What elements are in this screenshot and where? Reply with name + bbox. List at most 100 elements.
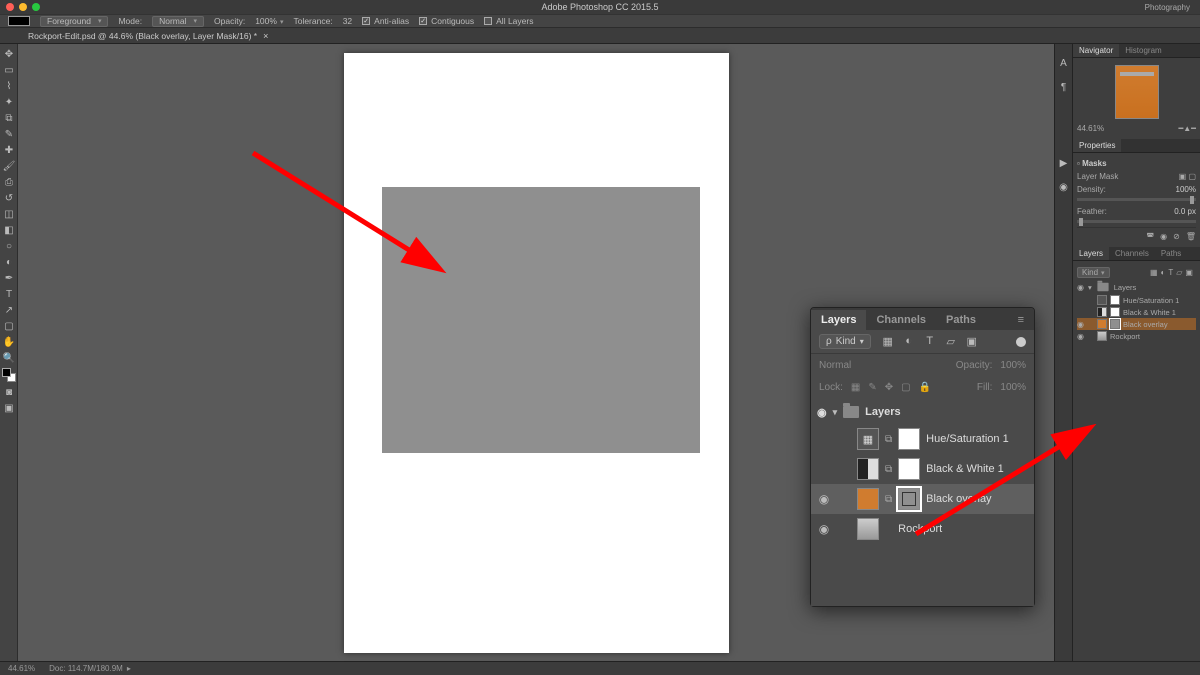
- layer-group[interactable]: ◉ ▾ Layers: [811, 400, 1034, 424]
- path-tool-icon[interactable]: ↗: [0, 302, 18, 318]
- shape-tool-icon[interactable]: ▢: [0, 318, 18, 334]
- lock-pixels-icon[interactable]: ✎: [868, 382, 876, 393]
- brush-tool-icon[interactable]: 🖌: [0, 158, 18, 174]
- layer-row-black-white[interactable]: ⧉ Black & White 1: [811, 454, 1034, 484]
- filter-shape-icon[interactable]: ▱: [944, 335, 958, 348]
- visibility-icon[interactable]: ◉: [817, 406, 827, 419]
- color-swatches[interactable]: [2, 368, 16, 382]
- screenmode-icon[interactable]: ▣: [0, 400, 18, 416]
- gradient-tool-icon[interactable]: ◧: [0, 222, 18, 238]
- fill-value[interactable]: 100%: [1000, 382, 1026, 393]
- mask-type-icons[interactable]: ▣ ▢: [1179, 172, 1196, 181]
- all-layers-checkbox[interactable]: [484, 17, 492, 25]
- filter-kind-select[interactable]: ρKind▾: [819, 334, 871, 349]
- char-panel-icon[interactable]: A: [1057, 56, 1071, 70]
- nav-zoom[interactable]: 44.61%: [1077, 124, 1104, 133]
- solid-color-thumb[interactable]: [857, 488, 879, 510]
- minimize-icon[interactable]: [19, 3, 27, 11]
- disclosure-icon[interactable]: ▾: [1088, 283, 1092, 292]
- density-value[interactable]: 100%: [1176, 185, 1196, 194]
- opacity-value[interactable]: 100%: [255, 16, 283, 26]
- tab-paths[interactable]: Paths: [936, 310, 986, 330]
- hand-tool-icon[interactable]: ✋: [0, 334, 18, 350]
- link-icon[interactable]: ⧉: [885, 434, 892, 445]
- filter-smart-icon[interactable]: ▣: [965, 335, 979, 348]
- dodge-tool-icon[interactable]: ◐: [0, 254, 18, 270]
- mask-delete-icon[interactable]: 🗑: [1186, 232, 1196, 241]
- eraser-tool-icon[interactable]: ◫: [0, 206, 18, 222]
- maximize-icon[interactable]: [32, 3, 40, 11]
- mini-thumb-icon[interactable]: [1097, 319, 1107, 329]
- history-brush-tool-icon[interactable]: ↺: [0, 190, 18, 206]
- lock-position-icon[interactable]: ✥: [885, 382, 893, 393]
- crop-tool-icon[interactable]: ⧉: [0, 110, 18, 126]
- magic-wand-tool-icon[interactable]: ✦: [0, 94, 18, 110]
- mask-thumb[interactable]: [898, 428, 920, 450]
- mini-mask-icon[interactable]: [1110, 295, 1120, 305]
- canvas[interactable]: Layers Channels Paths ≡ ρKind▾ ▦ ◐ T ▱ ▣: [18, 44, 1054, 661]
- link-icon[interactable]: ⧉: [885, 494, 892, 505]
- history-panel-icon[interactable]: ▶: [1057, 156, 1071, 170]
- foreground-select[interactable]: Foreground: [40, 16, 108, 27]
- status-doc[interactable]: Doc: 114.7M/180.9M: [49, 664, 123, 673]
- mini-group-row[interactable]: ◉ ▾ Layers: [1077, 280, 1196, 294]
- antialias-checkbox[interactable]: [362, 17, 370, 25]
- healing-tool-icon[interactable]: ✚: [0, 142, 18, 158]
- panel-menu-icon[interactable]: ≡: [1008, 310, 1034, 330]
- blend-mode[interactable]: Normal: [819, 360, 851, 371]
- mask-thumb[interactable]: [898, 458, 920, 480]
- tab-histogram[interactable]: Histogram: [1119, 44, 1167, 57]
- tab-paths-mini[interactable]: Paths: [1155, 247, 1187, 260]
- link-icon[interactable]: ⧉: [885, 464, 892, 475]
- blur-tool-icon[interactable]: ○: [0, 238, 18, 254]
- workspace-switcher[interactable]: Photography: [1145, 3, 1190, 12]
- mini-mask-icon[interactable]: [1110, 319, 1120, 329]
- layer-row-rockport[interactable]: ◉ ⧉ Rockport: [811, 514, 1034, 544]
- blend-mode-select[interactable]: Normal: [152, 16, 204, 27]
- mini-row-hue[interactable]: Hue/Saturation 1: [1077, 294, 1196, 306]
- lock-artboard-icon[interactable]: ▢: [901, 382, 910, 393]
- layers-panel-floating[interactable]: Layers Channels Paths ≡ ρKind▾ ▦ ◐ T ▱ ▣: [810, 307, 1035, 607]
- document[interactable]: [344, 53, 729, 653]
- pen-tool-icon[interactable]: ✒: [0, 270, 18, 286]
- mini-kind-select[interactable]: Kind: [1077, 267, 1110, 278]
- tab-navigator[interactable]: Navigator: [1073, 44, 1119, 57]
- visibility-icon[interactable]: ◉: [817, 492, 831, 506]
- filter-adjust-icon[interactable]: ◐: [902, 335, 916, 348]
- paragraph-panel-icon[interactable]: ¶: [1057, 80, 1071, 94]
- mini-thumb-icon[interactable]: [1097, 331, 1107, 341]
- visibility-icon[interactable]: ◉: [1077, 332, 1085, 341]
- layer-row-black-overlay[interactable]: ◉ ⧉ Black overlay: [811, 484, 1034, 514]
- mask-disable-icon[interactable]: ⊘: [1173, 232, 1180, 241]
- tab-channels[interactable]: Channels: [866, 310, 936, 330]
- marquee-tool-icon[interactable]: ▭: [0, 62, 18, 78]
- type-tool-icon[interactable]: T: [0, 286, 18, 302]
- document-tab[interactable]: Rockport-Edit.psd @ 44.6% (Black overlay…: [18, 28, 278, 43]
- feather-value[interactable]: 0.0 px: [1174, 207, 1196, 216]
- move-tool-icon[interactable]: ✥: [0, 46, 18, 62]
- fill-swatch[interactable]: [8, 16, 30, 26]
- status-zoom[interactable]: 44.61%: [8, 664, 35, 673]
- close-tab-icon[interactable]: ×: [263, 31, 268, 41]
- filter-type-icon[interactable]: T: [923, 335, 937, 348]
- feather-slider[interactable]: [1077, 220, 1196, 223]
- mini-filter-icons[interactable]: ▦◐T▱▣: [1150, 268, 1196, 277]
- navigator-thumb[interactable]: [1077, 62, 1196, 122]
- visibility-icon[interactable]: ◉: [1077, 283, 1085, 292]
- mask-thumb[interactable]: [898, 488, 920, 510]
- zoom-tool-icon[interactable]: 🔍: [0, 350, 18, 366]
- tab-channels-mini[interactable]: Channels: [1109, 247, 1155, 260]
- visibility-icon[interactable]: ◉: [817, 522, 831, 536]
- stamp-tool-icon[interactable]: ⎙: [0, 174, 18, 190]
- tab-layers[interactable]: Layers: [811, 310, 866, 330]
- lock-all-icon[interactable]: 🔒: [919, 382, 931, 393]
- tab-properties[interactable]: Properties: [1073, 139, 1121, 152]
- mini-thumb-icon[interactable]: [1097, 295, 1107, 305]
- layer-opacity-value[interactable]: 100%: [1000, 360, 1026, 371]
- filter-pixel-icon[interactable]: ▦: [881, 335, 895, 348]
- close-icon[interactable]: [6, 3, 14, 11]
- mini-thumb-icon[interactable]: [1097, 307, 1107, 317]
- zoom-slider-icon[interactable]: ━▲━: [1178, 124, 1196, 133]
- mask-load-icon[interactable]: ◚: [1146, 232, 1154, 241]
- image-thumb[interactable]: [857, 518, 879, 540]
